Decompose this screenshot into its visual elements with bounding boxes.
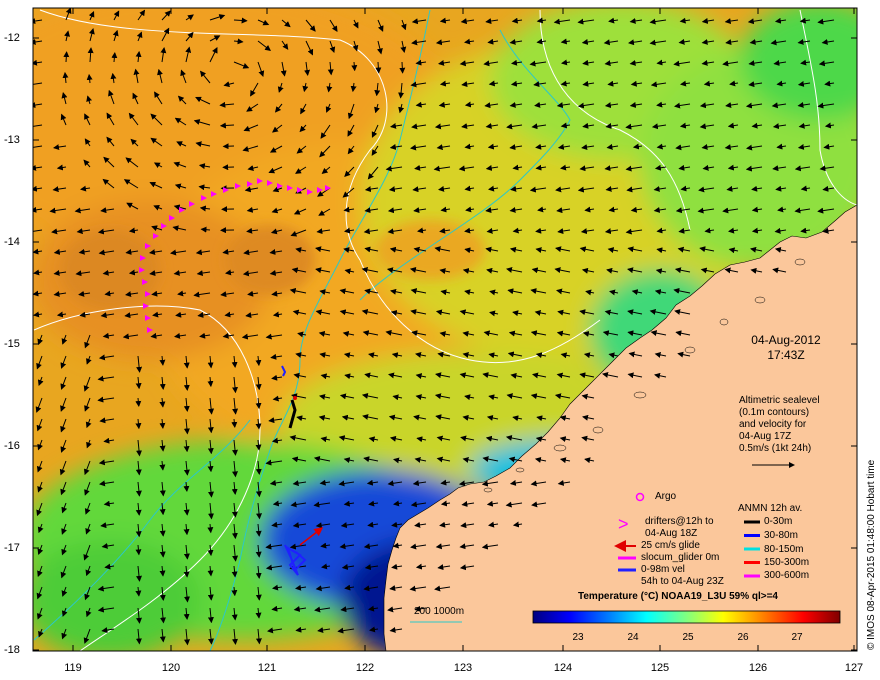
legend-argo: Argo: [655, 491, 677, 502]
legend-anmn-item: 300-600m: [764, 570, 810, 581]
lon-label: 127: [844, 662, 864, 674]
altimetry-line: (0.1m contours): [739, 407, 810, 418]
legend-anmn-item: 30-80m: [764, 530, 798, 541]
lon-label: 123: [453, 662, 473, 674]
colorbar-tick: 27: [791, 632, 803, 643]
lat-label: -14: [4, 236, 20, 248]
altimetry-line: 04-Aug 17Z: [739, 431, 792, 442]
lat-label: -15: [4, 338, 20, 350]
altimetry-line: Altimetric sealevel: [739, 395, 820, 406]
legend-anmn-item: 80-150m: [764, 544, 804, 555]
credit-text: © IMOS 08-Apr-2015 01:48:00 Hobart time: [866, 459, 877, 650]
lon-label: 126: [748, 662, 768, 674]
legend-drifters-line: 04-Aug 18Z: [645, 528, 698, 539]
lon-label: 119: [64, 662, 82, 674]
legend-anmn-title: ANMN 12h av.: [738, 503, 803, 514]
altimetry-line: and velocity for: [739, 419, 807, 430]
legend-slocum: slocum_glider 0m: [641, 552, 720, 563]
legend-bathy: 200 1000m: [414, 606, 465, 617]
colorbar-tick: 23: [572, 632, 584, 643]
lon-label: 120: [161, 662, 181, 674]
lat-label: -16: [4, 440, 20, 452]
lon-label: 122: [355, 662, 375, 674]
legend-drifters-line: drifters@12h to: [645, 516, 714, 527]
lat-label: -18: [4, 644, 20, 656]
colorbar-tick: 25: [682, 632, 694, 643]
velocity-arrow: [375, 61, 382, 74]
legend-glide: 25 cm/s glide: [641, 540, 700, 551]
lon-label: 124: [553, 662, 573, 674]
drifter-legend-glyph: >: [618, 514, 629, 534]
colorbar-tick: 26: [737, 632, 749, 643]
lat-label: -12: [4, 32, 20, 44]
legend-drifters: drifters@12h to 04-Aug 18Z: [645, 516, 714, 540]
legend-vel-line: 54h to 04-Aug 23Z: [641, 576, 724, 587]
lon-label: 121: [257, 662, 277, 674]
velocity-arrow: [63, 51, 70, 63]
altimetry-note: Altimetric sealevel (0.1m contours) and …: [739, 395, 820, 455]
altimetry-line: 0.5m/s (1kt 24h): [739, 443, 812, 454]
legend-anmn-item: 150-300m: [764, 557, 810, 568]
lon-label: 125: [650, 662, 670, 674]
colorbar-tick: 24: [627, 632, 639, 643]
velocity-arrow: [399, 61, 406, 74]
datetime-block: 04-Aug-2012 17:43Z: [738, 333, 834, 363]
velocity-arrow: [351, 61, 358, 72]
lat-label: -13: [4, 134, 20, 146]
time-text: 17:43Z: [767, 348, 805, 362]
lat-label: -17: [4, 542, 20, 554]
date-text: 04-Aug-2012: [751, 333, 821, 347]
colorbar: [532, 610, 841, 624]
legend-vel: 0-98m vel 54h to 04-Aug 23Z: [641, 564, 724, 588]
legend-anmn-item: 0-30m: [764, 516, 793, 527]
sst-field: >: [33, 8, 857, 651]
legend-vel-line: 0-98m vel: [641, 564, 685, 575]
colorbar-title: Temperature (°C) NOAA19_L3U 59% ql>=4: [578, 591, 778, 602]
